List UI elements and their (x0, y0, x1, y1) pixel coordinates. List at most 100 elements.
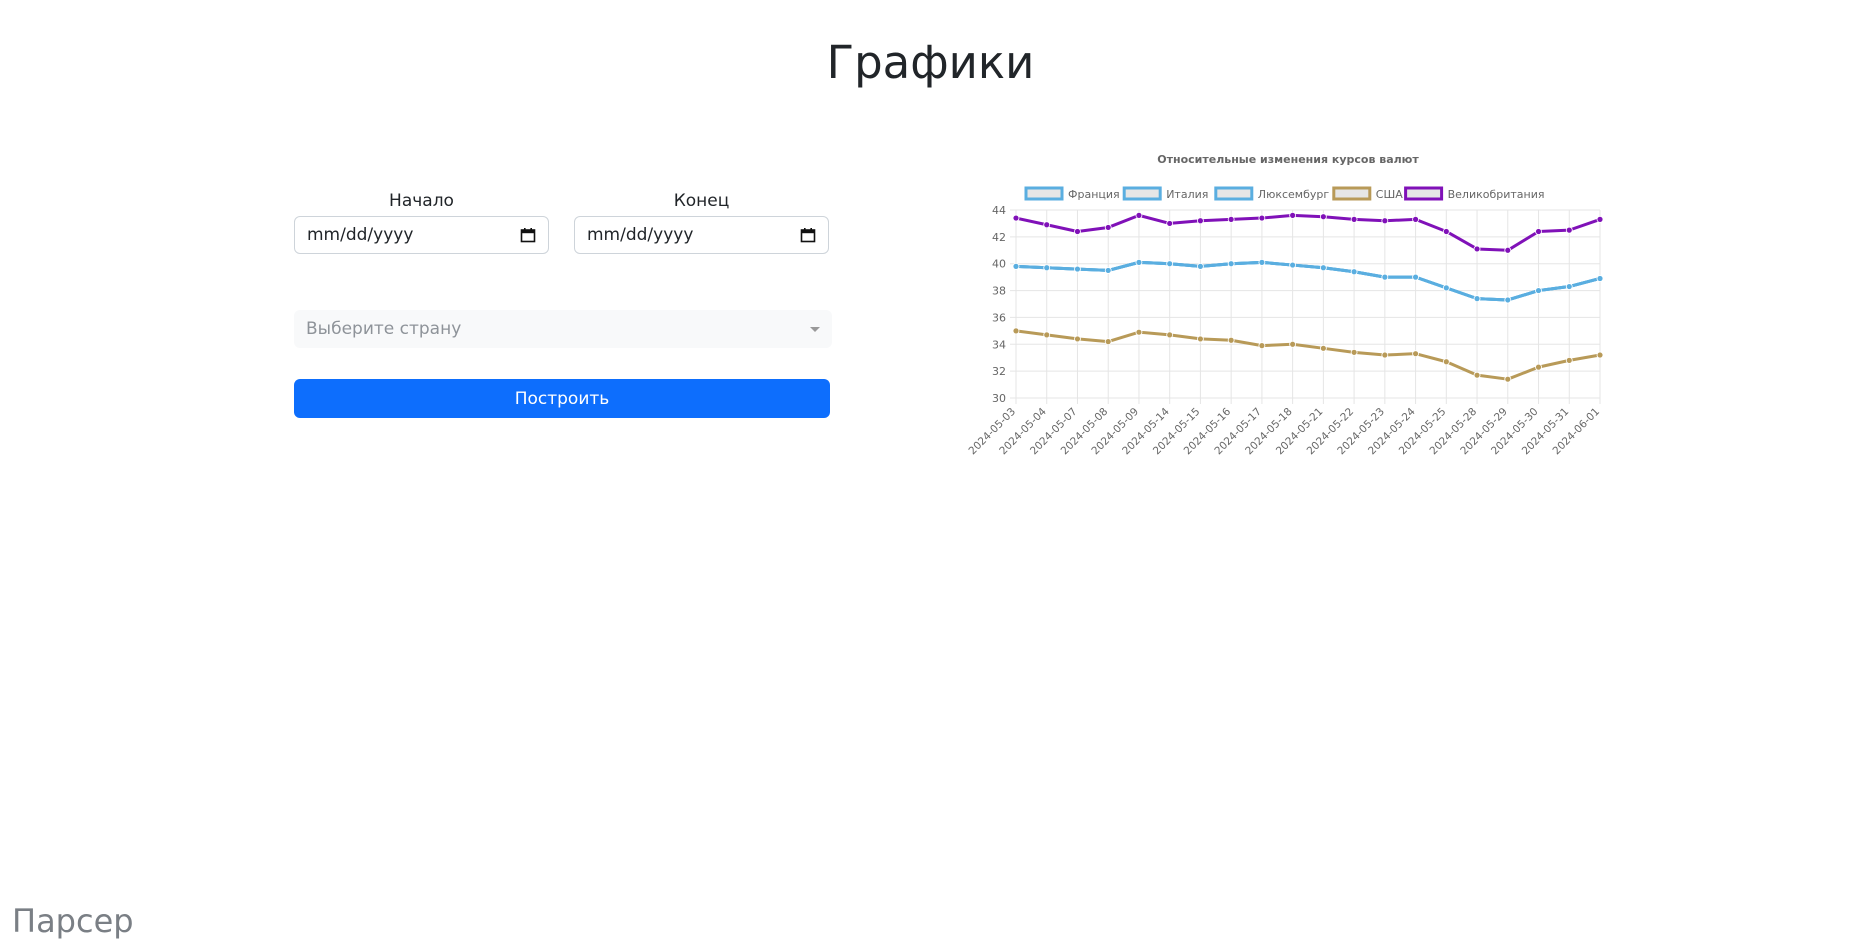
y-tick-label: 30 (992, 392, 1006, 405)
start-date-input[interactable]: mm/dd/yyyy (294, 216, 549, 254)
legend-swatch (1404, 186, 1444, 201)
data-point (1043, 221, 1051, 229)
legend-swatch (1024, 186, 1064, 201)
chart-svg: Относительные изменения курсов валют Фран… (966, 153, 1604, 457)
country-select-placeholder: Выберите страну (306, 319, 462, 339)
data-point (1074, 265, 1081, 273)
data-point (1012, 214, 1020, 222)
data-point (1565, 283, 1573, 290)
data-point (1319, 344, 1327, 352)
data-point (1319, 213, 1327, 221)
legend-swatch (1122, 186, 1162, 201)
data-point (1258, 214, 1266, 222)
data-point (1197, 217, 1204, 225)
y-tick-label: 32 (992, 365, 1006, 378)
calendar-icon[interactable] (800, 227, 816, 243)
data-point (1166, 220, 1174, 227)
end-date-group: Конец mm/dd/yyyy (574, 190, 829, 254)
chart-title: Относительные изменения курсов валют (1157, 153, 1419, 166)
data-point (1565, 356, 1573, 364)
data-point (1197, 335, 1204, 343)
filter-form: Начало mm/dd/yyyy Конец mm/dd/yyyy Выбер… (294, 190, 832, 418)
data-point (1504, 375, 1512, 383)
data-point (1227, 216, 1235, 223)
data-point (1412, 216, 1419, 223)
y-tick-label: 44 (992, 204, 1006, 217)
data-point (1012, 327, 1020, 335)
legend-label: США (1376, 188, 1403, 201)
data-point (1104, 338, 1112, 346)
data-point (1535, 287, 1542, 294)
data-point (1381, 273, 1389, 281)
data-point (1535, 228, 1542, 235)
data-point (1412, 273, 1419, 281)
start-date-group: Начало mm/dd/yyyy (294, 190, 549, 254)
start-date-value: mm/dd/yyyy (307, 225, 414, 245)
data-point (1258, 342, 1266, 350)
data-point (1043, 331, 1051, 339)
data-point (1289, 261, 1297, 269)
data-point (1535, 363, 1542, 371)
data-point (1504, 296, 1512, 304)
legend-label: Великобритания (1448, 188, 1545, 201)
currency-chart: Относительные изменения курсов валют Фран… (960, 148, 1620, 468)
series-line (1015, 260, 1601, 302)
calendar-icon[interactable] (520, 227, 536, 243)
legend-label: Франция (1068, 188, 1120, 201)
data-point (1166, 260, 1174, 268)
data-point (1473, 371, 1481, 379)
data-point (1504, 246, 1512, 254)
data-point (1289, 340, 1297, 348)
series-line (1015, 260, 1601, 302)
date-range-row: Начало mm/dd/yyyy Конец mm/dd/yyyy (294, 190, 830, 254)
chevron-down-icon (810, 326, 820, 332)
end-date-value: mm/dd/yyyy (587, 225, 694, 245)
series-line (1015, 329, 1601, 381)
legend-label: Люксембург (1258, 188, 1330, 201)
y-tick-label: 36 (992, 311, 1006, 324)
data-point (1442, 358, 1450, 366)
build-chart-button[interactable]: Построить (294, 379, 830, 418)
data-point (1319, 264, 1327, 272)
data-point (1596, 351, 1604, 359)
data-point (1104, 267, 1112, 274)
start-date-label: Начало (389, 191, 454, 211)
data-point (1104, 224, 1112, 231)
data-point (1565, 226, 1573, 234)
y-tick-label: 40 (992, 258, 1006, 271)
data-point (1227, 260, 1235, 268)
legend-swatch (1332, 186, 1372, 201)
data-point (1258, 258, 1266, 266)
data-point (1074, 335, 1081, 343)
data-point (1473, 245, 1481, 253)
page-title: Графики (826, 36, 1035, 89)
end-date-input[interactable]: mm/dd/yyyy (574, 216, 829, 254)
data-point (1381, 217, 1389, 225)
data-point (1350, 268, 1358, 276)
end-date-label: Конец (673, 191, 730, 211)
data-point (1197, 263, 1204, 270)
series-line (1015, 260, 1601, 302)
data-point (1350, 348, 1358, 356)
country-select[interactable]: Выберите страну (294, 310, 832, 348)
data-point (1012, 263, 1020, 270)
data-point (1074, 228, 1081, 235)
legend-swatch (1214, 186, 1254, 201)
data-point (1442, 284, 1450, 292)
data-point (1289, 211, 1297, 219)
data-point (1350, 216, 1358, 223)
data-point (1596, 216, 1604, 223)
footer-brand[interactable]: Парсер (12, 902, 134, 940)
data-point (1381, 351, 1389, 359)
data-point (1043, 264, 1051, 272)
series-line (1015, 213, 1601, 252)
y-tick-label: 34 (992, 338, 1006, 351)
y-tick-label: 42 (992, 231, 1006, 244)
legend-label: Италия (1166, 188, 1208, 201)
y-tick-label: 38 (992, 285, 1006, 298)
data-point (1135, 258, 1143, 266)
data-point (1135, 328, 1143, 336)
data-point (1166, 331, 1174, 339)
data-point (1473, 295, 1481, 303)
data-point (1227, 336, 1235, 344)
